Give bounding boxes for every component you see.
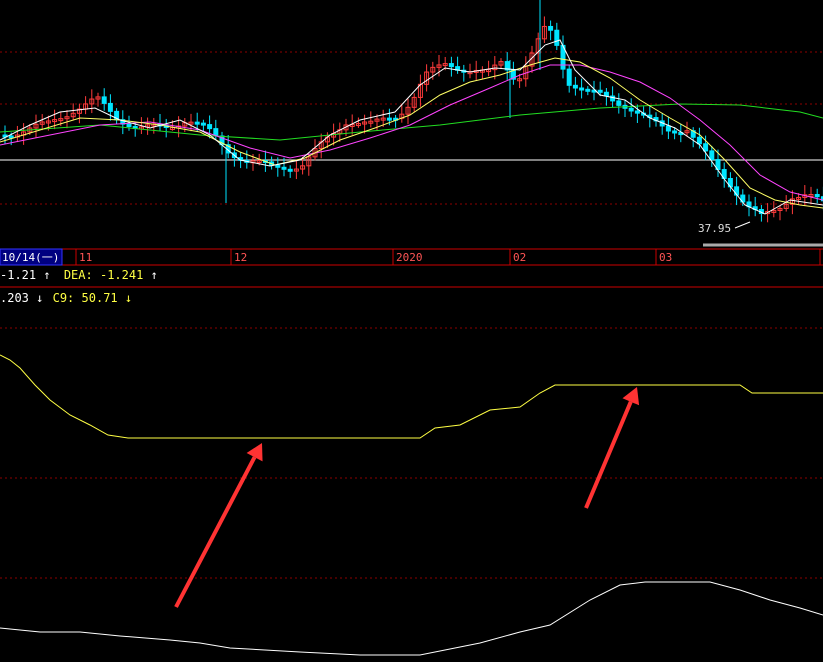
candle-body (548, 25, 554, 31)
annotation-arrows (174, 387, 640, 608)
indicator-c9-value: 50.71 (82, 291, 118, 305)
month-label-dec: 12 (234, 251, 247, 264)
candle-body (696, 136, 702, 145)
candle-body (200, 122, 206, 126)
candle-body (126, 123, 132, 128)
candle-body (386, 117, 392, 121)
candle-body (585, 88, 591, 92)
candle-body (709, 150, 715, 161)
candle-body (107, 102, 113, 112)
indicator-readout: .203 ↓ C9: 50.71 ↓ (0, 291, 132, 305)
candle-body (8, 135, 14, 139)
candle-body (207, 124, 213, 130)
candle-body (814, 193, 820, 198)
current-date-label: 10/14(一) (2, 251, 59, 264)
low-annotation-leader (734, 221, 751, 229)
indicator-white-line (0, 581, 823, 656)
svg-text:.203 ↓ C9: 5: .203 ↓ C9: 50.71 ↓ (0, 291, 132, 305)
candle-body (566, 68, 572, 86)
macd-dif-value: -1.21 (0, 268, 36, 282)
macd-readout: -1.21 ↑ DEA: -1.241 ↑ (0, 268, 158, 282)
month-label-nov: 11 (79, 251, 92, 264)
candle-body (572, 84, 578, 89)
low-price-label: 37.95 (698, 222, 731, 235)
svg-text:-1.21 ↑ DEA:: -1.21 ↑ DEA: -1.241 ↑ (0, 268, 158, 282)
candle-body (579, 87, 585, 91)
month-label-feb: 02 (513, 251, 526, 264)
stock-chart[interactable]: 37.95 10/14(一) 11 12 2020 02 03 -1.21 ↑ … (0, 0, 823, 662)
candle-body (703, 143, 709, 152)
candle-body (194, 121, 200, 125)
candlestick-series (2, 0, 823, 223)
candle-body (616, 100, 622, 106)
annotation-arrow-shaft (174, 456, 257, 608)
month-label-2020: 2020 (396, 251, 423, 264)
candle-body (603, 91, 609, 97)
macd-dif-arrow: ↑ (43, 268, 50, 282)
candle-body (101, 96, 107, 104)
candle-body (665, 125, 671, 132)
candle-body (554, 29, 560, 46)
indicator-a-arrow: ↓ (36, 291, 43, 305)
candle-body (597, 89, 603, 93)
indicator-c9-arrow: ↓ (125, 291, 132, 305)
annotation-arrow-shaft (584, 400, 633, 509)
candle-body (672, 130, 678, 134)
candle-body (287, 168, 293, 172)
candle-body (275, 164, 281, 168)
indicator-yellow-line (0, 354, 823, 439)
macd-dea-label: DEA: (64, 268, 93, 282)
candle-body (634, 110, 640, 114)
indicator-grid (0, 327, 823, 579)
candle-body (281, 166, 287, 170)
indicator-a-value: .203 (0, 291, 29, 305)
indicator-c9-label: C9: (53, 291, 75, 305)
date-axis: 10/14(一) 11 12 2020 02 03 (0, 248, 823, 266)
macd-dea-arrow: ↑ (151, 268, 158, 282)
candle-body (628, 107, 634, 112)
month-label-mar: 03 (659, 251, 672, 264)
candle-body (448, 63, 454, 68)
macd-dea-value: -1.241 (100, 268, 143, 282)
